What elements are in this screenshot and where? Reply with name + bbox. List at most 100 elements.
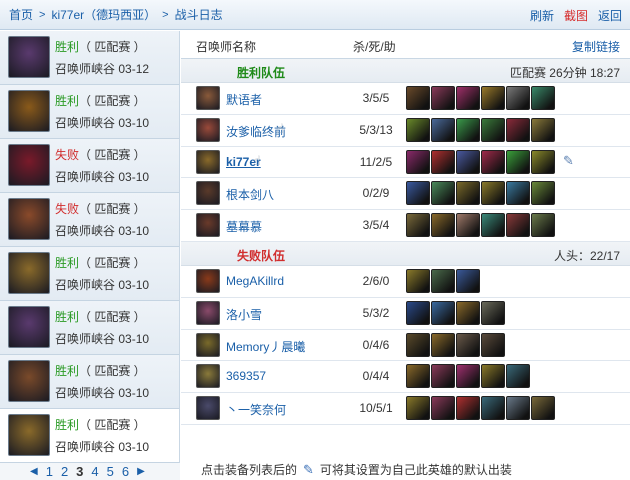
item-icon[interactable] bbox=[431, 332, 455, 357]
item-icon[interactable] bbox=[406, 332, 430, 357]
item-icon[interactable] bbox=[481, 332, 505, 357]
item-icon[interactable] bbox=[481, 181, 505, 206]
pager-page[interactable]: 3 bbox=[76, 464, 83, 479]
player-name-link[interactable]: 根本剑八 bbox=[226, 186, 274, 203]
item-icon[interactable] bbox=[431, 300, 455, 325]
player-name-link[interactable]: Memory丿晨曦 bbox=[226, 338, 305, 355]
pager-prev-icon[interactable]: ◀ bbox=[30, 466, 38, 477]
item-icon[interactable] bbox=[456, 117, 480, 142]
pager-next-icon[interactable]: ▶ bbox=[137, 466, 145, 477]
match-list-item[interactable]: 胜利（ 匹配赛 ） 召唤师峡谷 03-10 bbox=[0, 247, 179, 301]
item-icon[interactable] bbox=[481, 364, 505, 389]
item-icon[interactable] bbox=[506, 149, 530, 174]
item-icon[interactable] bbox=[431, 86, 455, 110]
item-icon[interactable] bbox=[481, 300, 505, 325]
item-icon[interactable] bbox=[406, 396, 430, 421]
item-build-list[interactable] bbox=[406, 149, 555, 174]
match-mode: （ 匹配赛 ） bbox=[79, 148, 146, 162]
item-build-list[interactable] bbox=[406, 213, 555, 238]
refresh-button[interactable]: 刷新 bbox=[530, 7, 554, 24]
item-icon[interactable] bbox=[456, 364, 480, 389]
back-button[interactable]: 返回 bbox=[598, 7, 622, 24]
item-icon[interactable] bbox=[431, 149, 455, 174]
item-build-list[interactable] bbox=[406, 268, 480, 293]
item-icon[interactable] bbox=[506, 117, 530, 142]
item-build-list[interactable] bbox=[406, 396, 555, 421]
player-name-link[interactable]: 默语者 bbox=[226, 91, 262, 108]
item-icon[interactable] bbox=[431, 396, 455, 421]
item-icon[interactable] bbox=[531, 117, 555, 142]
item-icon[interactable] bbox=[506, 396, 530, 421]
item-icon[interactable] bbox=[506, 364, 530, 389]
item-icon[interactable] bbox=[481, 117, 505, 142]
item-icon[interactable] bbox=[481, 86, 505, 110]
champion-avatar bbox=[8, 252, 50, 294]
match-list-item[interactable]: 失败（ 匹配赛 ） 召唤师峡谷 03-10 bbox=[0, 139, 179, 193]
screenshot-button[interactable]: 截图 bbox=[564, 7, 588, 24]
item-icon[interactable] bbox=[456, 86, 480, 110]
player-champion-avatar bbox=[196, 396, 220, 421]
item-icon[interactable] bbox=[531, 213, 555, 238]
item-icon[interactable] bbox=[481, 396, 505, 421]
item-build-list[interactable] bbox=[406, 117, 555, 142]
item-icon[interactable] bbox=[456, 181, 480, 206]
match-list-item[interactable]: 胜利（ 匹配赛 ） 召唤师峡谷 03-10 bbox=[0, 409, 179, 463]
match-result: 胜利（ 匹配赛 ） bbox=[55, 92, 146, 109]
item-icon[interactable] bbox=[406, 117, 430, 142]
item-icon[interactable] bbox=[406, 149, 430, 174]
item-build-list[interactable] bbox=[406, 181, 555, 206]
item-icon[interactable] bbox=[431, 213, 455, 238]
item-icon[interactable] bbox=[456, 300, 480, 325]
player-name-link[interactable]: 洛小雪 bbox=[226, 306, 262, 323]
item-build-list[interactable] bbox=[406, 300, 505, 325]
item-icon[interactable] bbox=[531, 86, 555, 110]
player-row: ki77er ☝ 11/2/5 ✎ bbox=[181, 147, 630, 179]
set-default-build-icon[interactable]: ✎ bbox=[563, 153, 574, 169]
item-icon[interactable] bbox=[481, 149, 505, 174]
item-icon[interactable] bbox=[481, 213, 505, 238]
pager-page[interactable]: 2 bbox=[61, 464, 68, 479]
item-icon[interactable] bbox=[431, 364, 455, 389]
item-build-list[interactable] bbox=[406, 332, 505, 357]
item-icon[interactable] bbox=[406, 268, 430, 293]
match-list-item[interactable]: 失败（ 匹配赛 ） 召唤师峡谷 03-10 bbox=[0, 193, 179, 247]
item-icon[interactable] bbox=[456, 396, 480, 421]
item-icon[interactable] bbox=[406, 181, 430, 206]
item-icon[interactable] bbox=[506, 213, 530, 238]
item-icon[interactable] bbox=[431, 268, 455, 293]
match-list-item[interactable]: 胜利（ 匹配赛 ） 召唤师峡谷 03-10 bbox=[0, 355, 179, 409]
item-icon[interactable] bbox=[406, 86, 430, 110]
item-build-list[interactable] bbox=[406, 364, 530, 389]
item-icon[interactable] bbox=[506, 86, 530, 110]
player-name-link[interactable]: 墓幕慕 bbox=[226, 218, 262, 235]
item-icon[interactable] bbox=[456, 332, 480, 357]
item-icon[interactable] bbox=[531, 181, 555, 206]
pager-page[interactable]: 5 bbox=[107, 464, 114, 479]
copy-link-button[interactable]: 复制链接 bbox=[572, 38, 620, 55]
item-build-list[interactable] bbox=[406, 86, 555, 110]
pager-page[interactable]: 1 bbox=[46, 464, 53, 479]
item-icon[interactable] bbox=[506, 181, 530, 206]
item-icon[interactable] bbox=[406, 213, 430, 238]
breadcrumb-player[interactable]: ki77er（德玛西亚） bbox=[51, 6, 156, 23]
item-icon[interactable] bbox=[531, 149, 555, 174]
breadcrumb-home[interactable]: 首页 bbox=[9, 6, 33, 23]
match-list-item[interactable]: 胜利（ 匹配赛 ） 召唤师峡谷 03-10 bbox=[0, 85, 179, 139]
player-name-link[interactable]: 丶一笑奈何 bbox=[226, 401, 286, 418]
match-map: 召唤师峡谷 bbox=[55, 332, 116, 346]
item-icon[interactable] bbox=[456, 213, 480, 238]
item-icon[interactable] bbox=[406, 364, 430, 389]
match-list-item[interactable]: 胜利（ 匹配赛 ） 召唤师峡谷 03-10 bbox=[0, 301, 179, 355]
item-icon[interactable] bbox=[456, 268, 480, 293]
player-name-link[interactable]: MegAKillrd bbox=[226, 274, 284, 288]
item-icon[interactable] bbox=[531, 396, 555, 421]
match-list-item[interactable]: 胜利（ 匹配赛 ） 召唤师峡谷 03-12 bbox=[0, 31, 179, 85]
item-icon[interactable] bbox=[431, 181, 455, 206]
player-name-link[interactable]: 369357 bbox=[226, 369, 266, 383]
item-icon[interactable] bbox=[431, 117, 455, 142]
item-icon[interactable] bbox=[456, 149, 480, 174]
pager-page[interactable]: 6 bbox=[122, 464, 129, 479]
pager-page[interactable]: 4 bbox=[91, 464, 98, 479]
item-icon[interactable] bbox=[406, 300, 430, 325]
top-bar: 首页 > ki77er（德玛西亚） > 战斗日志 刷新 截图 返回 bbox=[0, 0, 630, 30]
